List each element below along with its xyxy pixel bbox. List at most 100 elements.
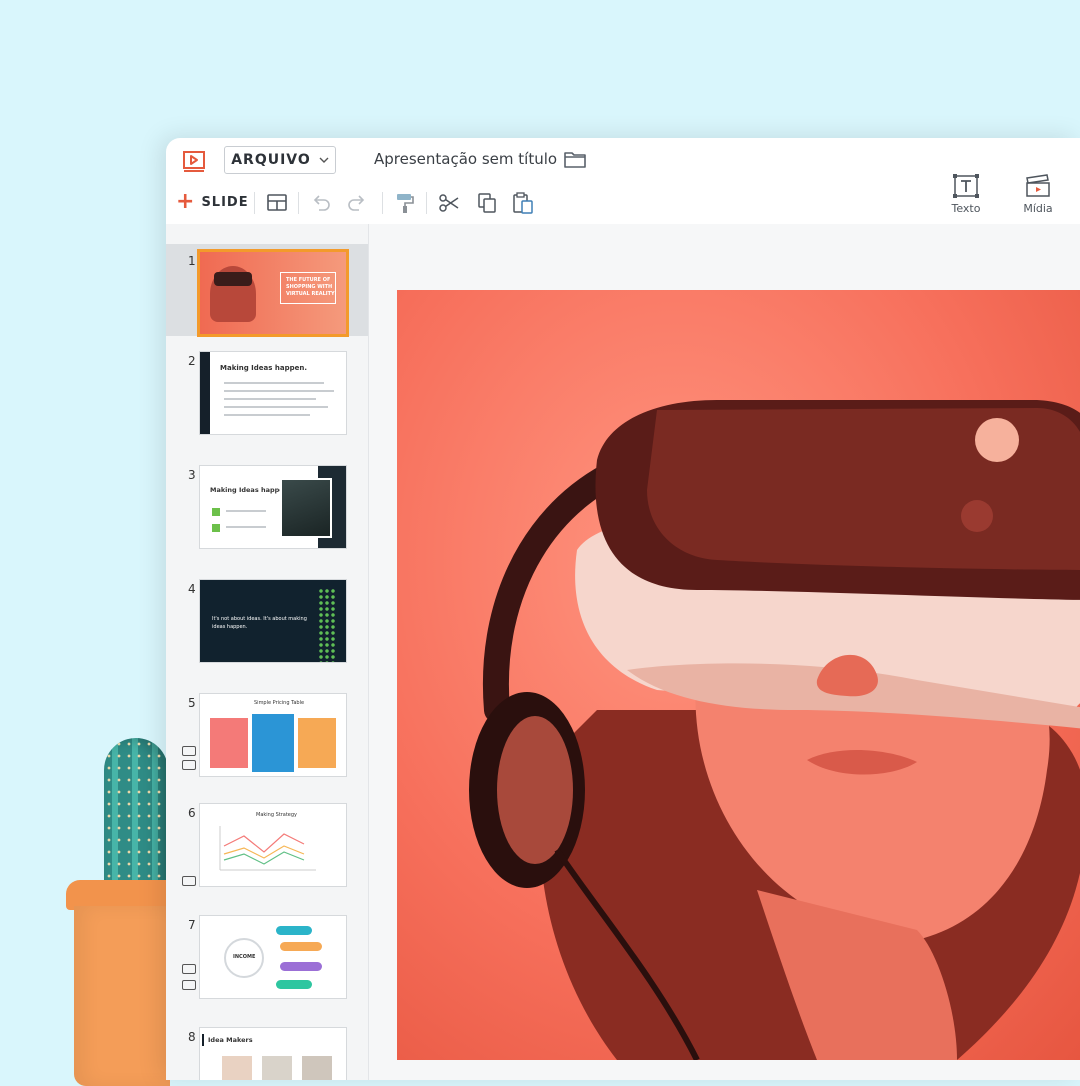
slide-text: It's not about ideas. It's about making: [212, 616, 307, 622]
slide-thumbnail[interactable]: Making Strategy: [200, 804, 346, 886]
hands-photo: [282, 480, 330, 536]
slide-thumbnail[interactable]: Making Ideas happen.: [200, 352, 346, 434]
toolbar-divider: [298, 192, 299, 214]
clapperboard-icon: [1026, 174, 1050, 197]
info-pill: [276, 926, 312, 935]
animation-icon: [182, 760, 196, 770]
slide-text: VIRTUAL REALITY: [286, 291, 335, 297]
add-slide-label: SLIDE: [201, 194, 249, 210]
toolbar-divider: [426, 192, 427, 214]
undo-icon[interactable]: [310, 192, 332, 214]
slide-sidebar-bar: [200, 352, 210, 434]
scissors-icon[interactable]: [438, 192, 460, 214]
info-pill: [280, 962, 322, 971]
text-line: [224, 390, 334, 392]
slide-text: SHOPPING WITH: [286, 284, 333, 290]
slide-title-box: THE FUTURE OF SHOPPING WITH VIRTUAL REAL…: [280, 272, 336, 304]
pricing-column: [252, 714, 294, 772]
slide-thumbnail-item[interactable]: 8 Idea Makers: [166, 1020, 368, 1080]
bullet-marker: [212, 524, 220, 532]
slide-title: Simple Pricing Table: [254, 700, 305, 706]
team-photo: [302, 1056, 332, 1080]
slide-thumbnail-item[interactable]: 7 INCOME: [166, 908, 368, 1008]
slide-thumbnail-item[interactable]: 1 THE FUTURE OF SHOPPING WITH VIRTUAL RE…: [166, 244, 368, 336]
slide-number: 5: [188, 696, 196, 710]
slide-title: Making Ideas happen.: [220, 364, 307, 372]
document-title[interactable]: Apresentação sem título: [374, 150, 557, 168]
slide-canvas[interactable]: [397, 290, 1080, 1060]
slide-thumbnail[interactable]: INCOME: [200, 916, 346, 998]
text-line: [224, 398, 316, 400]
file-menu-label: ARQUIVO: [231, 152, 311, 168]
slide-thumbnail-item[interactable]: 4 It's not about ideas. It's about makin…: [166, 572, 368, 672]
layout-icon[interactable]: [266, 192, 288, 214]
team-photo: [222, 1056, 252, 1080]
team-photo: [262, 1056, 292, 1080]
text-line: [226, 526, 266, 528]
file-menu-button[interactable]: ARQUIVO: [224, 146, 336, 174]
paint-roller-icon[interactable]: [394, 192, 416, 214]
pricing-column: [210, 718, 248, 768]
text-line: [226, 510, 266, 512]
plant-leaves-image: [318, 588, 336, 662]
info-pill: [276, 980, 312, 989]
line-chart-graphic: [219, 826, 316, 871]
text-box-icon: [953, 174, 979, 198]
slide-thumbnails-panel: 1 THE FUTURE OF SHOPPING WITH VIRTUAL RE…: [166, 224, 369, 1080]
toolbar-divider: [254, 192, 255, 214]
presentation-editor-window: ARQUIVO Apresentação sem título + SLIDE: [166, 138, 1080, 1080]
folder-icon[interactable]: [564, 150, 586, 168]
slide-text: THE FUTURE OF: [286, 277, 331, 283]
chevron-down-icon: [319, 157, 329, 163]
media-tool-label: Mídia: [1023, 202, 1053, 215]
slide-number: 2: [188, 354, 196, 368]
title-accent: [202, 1034, 204, 1046]
redo-icon[interactable]: [346, 192, 368, 214]
slide-thumbnail[interactable]: It's not about ideas. It's about making …: [200, 580, 346, 662]
cactus-plant-decoration: [60, 720, 170, 1086]
slide-title: Making Ideas happen: [210, 486, 289, 494]
text-line: [224, 406, 328, 408]
slide-thumbnail-item[interactable]: 6 Making Strategy: [166, 796, 368, 896]
transition-icon: [182, 964, 196, 974]
pricing-column: [298, 718, 336, 768]
plus-icon: +: [176, 189, 196, 214]
vr-headset-image: [214, 272, 252, 286]
slide-thumbnail-item[interactable]: 2 Making Ideas happen.: [166, 344, 368, 444]
transition-icon: [182, 746, 196, 756]
add-slide-button[interactable]: + SLIDE: [176, 190, 249, 214]
copy-icon[interactable]: [476, 192, 498, 214]
slide-title: Making Strategy: [256, 812, 298, 818]
slide-number: 4: [188, 582, 196, 596]
slide-thumbnail-item[interactable]: 3 Making Ideas happen: [166, 458, 368, 558]
slide-thumbnail[interactable]: THE FUTURE OF SHOPPING WITH VIRTUAL REAL…: [200, 252, 346, 334]
slide-number: 6: [188, 806, 196, 820]
slide-number: 3: [188, 468, 196, 482]
animation-icon: [182, 876, 196, 886]
slide-thumbnail-item[interactable]: 5 Simple Pricing Table: [166, 686, 368, 786]
slide-number: 1: [188, 254, 196, 268]
vr-headset-photo: [469, 400, 1080, 1060]
info-pill: [280, 942, 322, 951]
text-tool-button[interactable]: Texto: [938, 174, 994, 215]
slide-thumbnail[interactable]: Simple Pricing Table: [200, 694, 346, 776]
slide-thumbnail[interactable]: Idea Makers: [200, 1028, 346, 1080]
slide-editor-area: [369, 224, 1080, 1080]
circle-center-label: INCOME: [233, 954, 256, 960]
slide-number: 8: [188, 1030, 196, 1044]
slide-thumbnail[interactable]: Making Ideas happen: [200, 466, 346, 548]
bullet-marker: [212, 508, 220, 516]
slide-text: ideas happen.: [212, 624, 248, 630]
paste-icon[interactable]: [512, 192, 534, 214]
flower-pot: [74, 906, 170, 1086]
app-logo-icon: [183, 151, 205, 172]
animation-icon: [182, 980, 196, 990]
slide-title: Idea Makers: [208, 1036, 253, 1044]
text-tool-label: Texto: [951, 202, 981, 215]
toolbar: + SLIDE Texto Mídia: [166, 174, 1080, 224]
text-line: [224, 382, 324, 384]
slide-number: 7: [188, 918, 196, 932]
text-line: [224, 414, 310, 416]
media-tool-button[interactable]: Mídia: [1010, 174, 1066, 215]
toolbar-divider: [382, 192, 383, 214]
